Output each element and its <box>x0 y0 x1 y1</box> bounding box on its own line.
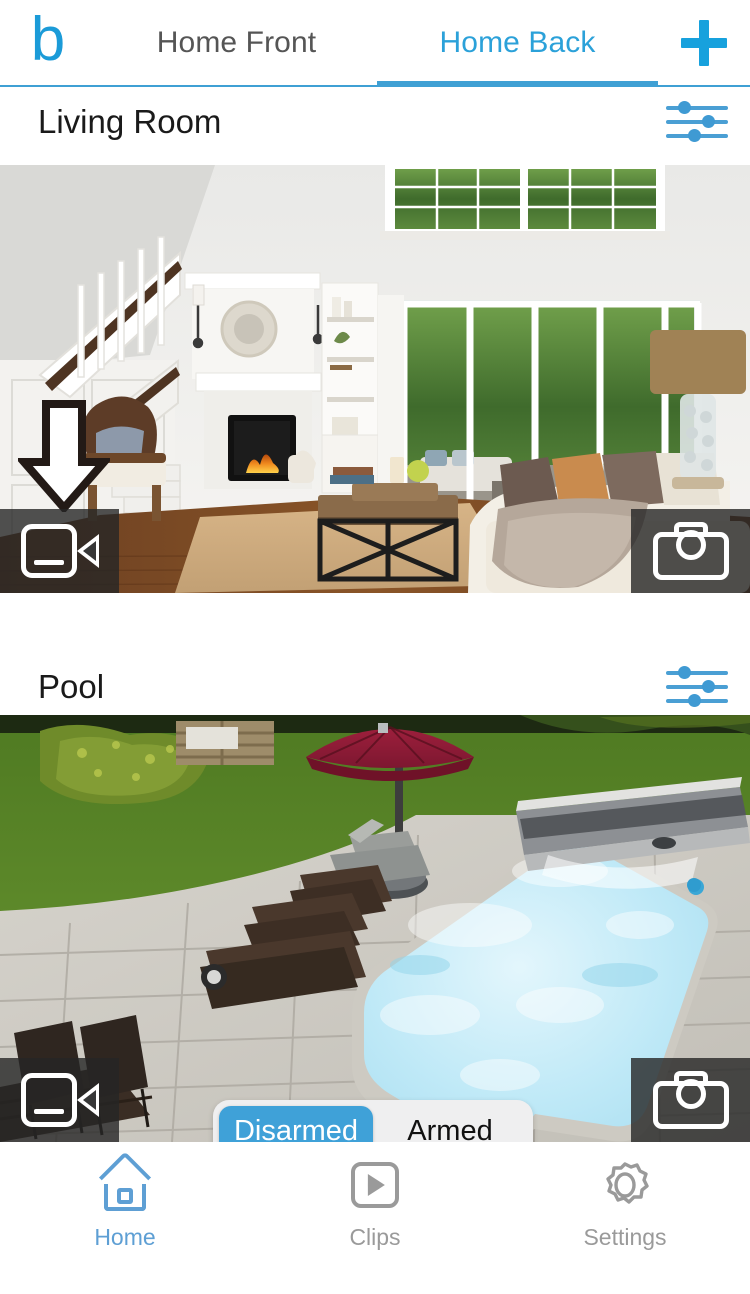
camera-settings-button-pool[interactable] <box>666 665 728 709</box>
tab-home-back[interactable]: Home Back <box>377 0 658 87</box>
video-camera-icon <box>20 1073 99 1127</box>
top-header-bar: b Home Front Home Back <box>0 0 750 87</box>
sliders-icon-thumb-2 <box>702 115 715 128</box>
sliders-icon-track-1 <box>666 671 728 675</box>
camera-settings-button-living-room[interactable] <box>666 100 728 144</box>
add-system-button[interactable] <box>658 0 750 85</box>
photo-camera-icon <box>652 522 729 580</box>
sliders-icon-thumb-3 <box>688 694 701 707</box>
snapshot-button-pool[interactable] <box>631 1058 750 1142</box>
camera-header-living-room: Living Room <box>0 87 750 157</box>
sliders-icon-thumb-1 <box>678 101 691 114</box>
bottom-tab-bar: Home Clips Settings <box>0 1142 750 1294</box>
snapshot-button-living-room[interactable] <box>631 509 750 593</box>
tabbar-label-home: Home <box>94 1224 156 1250</box>
home-icon <box>96 1151 154 1214</box>
system-tabs: Home Front Home Back <box>96 0 658 87</box>
tabbar-item-settings[interactable]: Settings <box>500 1156 750 1251</box>
camera-thumbnail-pool[interactable] <box>0 715 750 1142</box>
camera-thumbnail-living-room[interactable] <box>0 165 750 593</box>
tabbar-item-clips[interactable]: Clips <box>250 1156 500 1251</box>
app-root: b Home Front Home Back Living Room Pool … <box>0 0 750 1294</box>
photo-camera-icon <box>652 1071 729 1129</box>
video-camera-icon <box>20 524 99 578</box>
tab-home-front-label: Home Front <box>156 25 317 59</box>
tabbar-label-settings: Settings <box>583 1224 667 1250</box>
sliders-icon-track-1 <box>666 106 728 110</box>
sliders-icon-track-2 <box>666 120 728 124</box>
plus-icon <box>681 19 727 66</box>
down-arrow-annotation <box>15 400 113 515</box>
sliders-icon-track-2 <box>666 685 728 689</box>
record-video-button-living-room[interactable] <box>0 509 119 593</box>
camera-header-pool: Pool <box>0 652 750 722</box>
play-clip-icon <box>346 1156 404 1214</box>
tab-home-front[interactable]: Home Front <box>96 0 377 85</box>
tab-home-back-label: Home Back <box>439 25 596 59</box>
record-video-button-pool[interactable] <box>0 1058 119 1142</box>
camera-name-living-room: Living Room <box>38 103 222 140</box>
blink-logo: b <box>30 4 66 74</box>
sliders-icon-thumb-3 <box>688 129 701 142</box>
sliders-icon-thumb-2 <box>702 680 715 693</box>
tabbar-label-clips: Clips <box>349 1224 401 1250</box>
camera-name-pool: Pool <box>38 668 105 705</box>
tabbar-item-home[interactable]: Home <box>0 1151 250 1251</box>
gear-icon <box>596 1156 654 1214</box>
sliders-icon-thumb-1 <box>678 666 691 679</box>
